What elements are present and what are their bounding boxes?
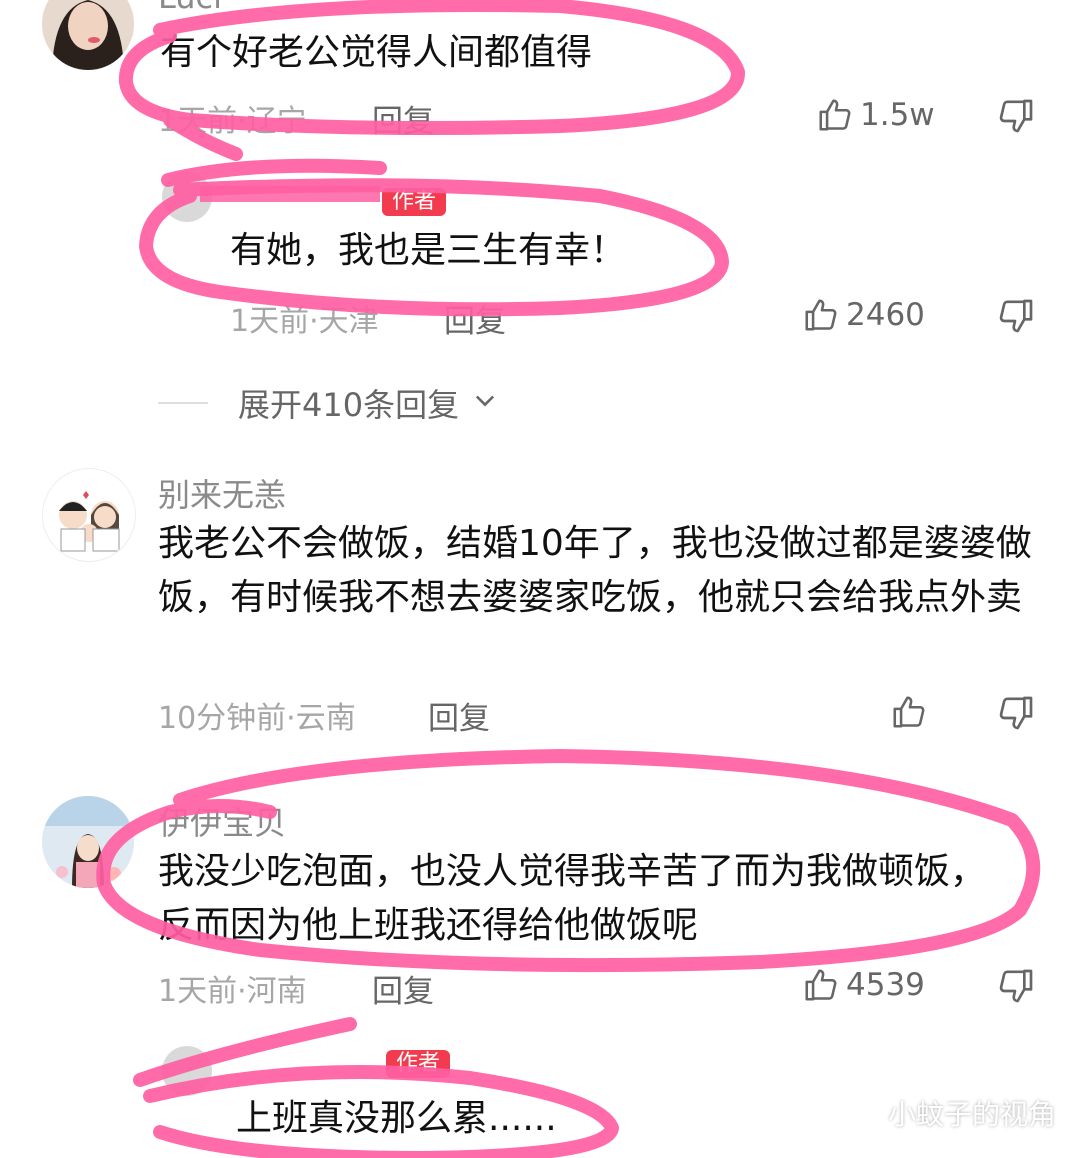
reply-text: 有她，我也是三生有幸！ <box>230 230 627 271</box>
watermark-text: 小蚊子的视角 <box>888 1097 1057 1131</box>
like-count: 1.5w <box>860 97 935 133</box>
divider <box>158 402 208 404</box>
reply-avatar[interactable] <box>162 172 212 222</box>
reply-button[interactable]: 回复 <box>428 693 490 738</box>
comment-username[interactable]: Luci <box>158 0 222 16</box>
comment-meta: 1天前·河南 <box>158 974 307 1009</box>
comment-text: 我老公不会做饭，结婚10年了，我也没做过都是婆婆做饭，有时候我不想去婆婆家吃饭，… <box>158 523 1032 618</box>
expand-replies-button[interactable]: 展开410条回复 <box>158 380 499 426</box>
like-count: 2460 <box>846 297 925 333</box>
avatar[interactable] <box>42 468 136 562</box>
reply-avatar[interactable] <box>162 1046 212 1096</box>
thumb-up-icon <box>802 296 840 334</box>
thumb-down-icon <box>996 693 1036 733</box>
watermark: 小蚊子的视角 <box>838 1092 1056 1133</box>
like-button[interactable]: 1.5w <box>816 96 935 134</box>
thumb-down-icon <box>996 296 1036 336</box>
thumb-down-icon <box>996 966 1036 1006</box>
reply-button[interactable]: 回复 <box>444 296 506 341</box>
reply-text: 上班真没那么累...... <box>236 1098 557 1139</box>
chevron-down-icon <box>471 384 499 422</box>
reply-button[interactable]: 回复 <box>372 96 434 141</box>
thumb-down-icon <box>996 96 1036 136</box>
dislike-button[interactable] <box>996 966 1036 1006</box>
comment-meta: 10分钟前·云南 <box>158 701 356 736</box>
comment-username[interactable]: 伊伊宝贝 <box>158 798 286 844</box>
reply-button[interactable]: 回复 <box>372 966 434 1011</box>
like-button[interactable]: 2460 <box>802 296 925 334</box>
comment-username[interactable]: 别来无恙 <box>158 470 286 516</box>
expand-replies-label: 展开410条回复 <box>238 386 460 424</box>
wechat-icon <box>838 1092 878 1133</box>
like-button[interactable] <box>890 693 934 731</box>
comment-text: 有个好老公觉得人间都值得 <box>160 32 593 73</box>
like-count: 4539 <box>846 967 925 1003</box>
author-badge: 作者 <box>382 188 447 216</box>
thumb-up-icon <box>802 966 840 1004</box>
dislike-button[interactable] <box>996 693 1036 733</box>
thumb-up-icon <box>890 693 928 731</box>
comment-meta: 1天前·辽宁 <box>158 104 307 139</box>
dislike-button[interactable] <box>996 296 1036 336</box>
thumb-up-icon <box>816 96 854 134</box>
like-button[interactable]: 4539 <box>802 966 925 1004</box>
dislike-button[interactable] <box>996 96 1036 136</box>
reply-meta: 1天前·天津 <box>230 304 379 339</box>
author-badge: 作者 <box>386 1050 451 1078</box>
comment-text: 我没少吃泡面，也没人觉得我辛苦了而为我做顿饭，反而因为他上班我还得给他做饭呢 <box>158 851 987 946</box>
avatar[interactable] <box>42 0 134 70</box>
avatar[interactable] <box>42 796 134 888</box>
